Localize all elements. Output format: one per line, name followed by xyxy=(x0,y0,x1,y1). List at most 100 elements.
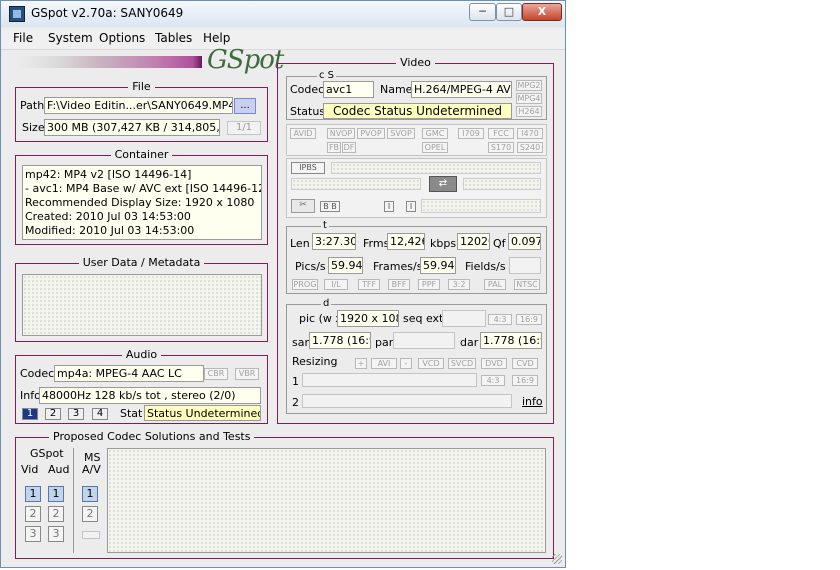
video-name-label: Name xyxy=(380,83,413,96)
flag-svop: SVOP xyxy=(387,128,415,139)
resize-16-9-badge: 16:9 xyxy=(512,375,538,386)
ms-test-slot xyxy=(82,531,100,539)
vid-test-1-button[interactable]: 1 xyxy=(25,486,41,502)
aud-test-2-button[interactable]: 2 xyxy=(48,506,64,522)
minimize-button[interactable]: ─ xyxy=(469,3,496,21)
audio-track-4[interactable]: 4 xyxy=(92,408,108,420)
frame-strip-bottom xyxy=(421,199,541,213)
menu-system[interactable]: System xyxy=(48,31,93,45)
fields-field[interactable] xyxy=(509,257,541,274)
resize-vcd-badge: VCD xyxy=(418,358,444,369)
sar-field[interactable]: 1.778 (16:9) xyxy=(309,332,371,349)
flag-il: I/L xyxy=(324,279,348,290)
menu-help[interactable]: Help xyxy=(203,31,230,45)
vid-test-3-button[interactable]: 3 xyxy=(25,526,41,542)
audio-group-title: Audio xyxy=(121,348,162,361)
flag-gmc: GMC xyxy=(422,128,448,139)
swap-icon[interactable]: ⇄ xyxy=(429,176,457,192)
audio-codec-field[interactable]: mp4a: MPEG-4 AAC LC xyxy=(54,365,204,382)
vid-test-2-button[interactable]: 2 xyxy=(25,506,41,522)
len-label: Len xyxy=(290,237,310,250)
resizing-label: Resizing xyxy=(292,355,338,368)
audio-status-field[interactable]: Status Undetermined xyxy=(144,405,261,421)
flag-fcc: FCC xyxy=(488,128,514,139)
resize-row1-field[interactable] xyxy=(302,373,477,387)
menu-tables[interactable]: Tables xyxy=(155,31,192,45)
seq-ext-label: seq ext xyxy=(403,312,444,325)
video-codec-field[interactable]: avc1 xyxy=(323,81,374,98)
proposed-group-title: Proposed Codec Solutions and Tests xyxy=(49,430,255,443)
flag-opel: OPEL xyxy=(422,142,448,153)
audio-track-2[interactable]: 2 xyxy=(45,408,61,420)
flag-i709: I709 xyxy=(458,128,484,139)
mpg4-badge: MPG4 xyxy=(516,93,542,104)
size-field[interactable]: 300 MB (307,427 KB / 314,805,750 xyxy=(44,119,220,136)
flag-s240: S240 xyxy=(517,142,543,153)
close-button[interactable]: X xyxy=(522,3,562,21)
aud-test-1-button[interactable]: 1 xyxy=(48,486,64,502)
menu-options-label: Options xyxy=(99,31,146,45)
audio-track-3[interactable]: 3 xyxy=(68,408,84,420)
qf-label: Qf xyxy=(493,237,506,250)
seq-ext-field[interactable] xyxy=(442,310,486,327)
flag-s170: S170 xyxy=(488,142,514,153)
kbps-label: kbps xyxy=(430,237,457,250)
container-info[interactable]: mp42: MP4 v2 [ISO 14496-14] - avc1: MP4 … xyxy=(22,165,262,240)
dar-label: dar xyxy=(460,336,479,349)
menu-file-label: File xyxy=(13,31,34,45)
menu-options[interactable]: Options xyxy=(99,31,145,45)
flag-df: DF xyxy=(342,142,356,153)
kbps-field[interactable]: 12020 xyxy=(457,233,490,250)
container-line: Recommended Display Size: 1920 x 1080 xyxy=(25,196,255,209)
cbr-badge: CBR xyxy=(204,368,228,380)
path-field[interactable]: F:\Video Editin...er\SANY0649.MP4 xyxy=(44,97,233,114)
resize-avi-button[interactable]: AVI xyxy=(371,358,397,369)
pics-field[interactable]: 59.941 xyxy=(328,257,363,274)
proposed-results-box[interactable] xyxy=(107,448,546,553)
resize-row2-field[interactable] xyxy=(302,394,512,408)
flag-i470: I470 xyxy=(517,128,543,139)
title-bar[interactable]: GSpot v2.70a: SANY0649 ─ □ X xyxy=(1,1,565,27)
browse-button[interactable]: ... xyxy=(234,98,256,114)
video-flags-box: AVID NVOP PVOP SVOP GMC I709 FCC I470 FB… xyxy=(286,124,547,156)
pic-field[interactable]: 1920 x 1080 xyxy=(337,310,399,327)
video-name-field[interactable]: H.264/MPEG-4 AVC xyxy=(411,81,512,98)
len-field[interactable]: 3:27.307 xyxy=(312,233,356,250)
video-status-label: Status xyxy=(290,105,326,118)
audio-info-field[interactable]: 48000Hz 128 kb/s tot , stereo (2/0) xyxy=(39,387,261,404)
video-cs-group: c S Codec avc1 Name H.264/MPEG-4 AVC MPG… xyxy=(286,70,547,120)
maximize-button[interactable]: □ xyxy=(496,3,522,21)
dar-field[interactable]: 1.778 (16:9) xyxy=(480,332,542,349)
menu-file[interactable]: File xyxy=(13,31,33,45)
frms-field[interactable]: 12,426 xyxy=(387,233,425,250)
fields-label: Fields/s xyxy=(465,260,506,273)
aud-label: Aud xyxy=(48,463,70,476)
window-title: GSpot v2.70a: SANY0649 xyxy=(31,6,184,20)
aud-test-3-button[interactable]: 3 xyxy=(48,526,64,542)
info-link[interactable]: info xyxy=(522,395,543,408)
video-status-field[interactable]: Codec Status Undetermined xyxy=(323,103,512,119)
frames-field[interactable]: 59.941 xyxy=(420,257,456,274)
frames-label: Frames/s xyxy=(373,260,423,273)
resize-minus-button[interactable]: - xyxy=(400,358,412,369)
resize-grip-icon[interactable] xyxy=(552,554,562,564)
audio-codec-label: Codec xyxy=(20,367,55,380)
flag-tff: TFF xyxy=(358,279,380,290)
frame-strip-right xyxy=(463,178,541,190)
audio-stat-label: Stat xyxy=(120,407,143,420)
video-codec-label: Codec xyxy=(290,83,325,96)
ratio-16-9-badge: 16:9 xyxy=(516,314,542,325)
audio-track-1[interactable]: 1 xyxy=(22,408,38,420)
par-field[interactable] xyxy=(393,332,455,349)
userdata-group: User Data / Metadata xyxy=(15,256,268,342)
userdata-box[interactable] xyxy=(22,274,262,336)
resize-plus-button[interactable]: + xyxy=(355,358,367,369)
qf-field[interactable]: 0.097 xyxy=(508,233,541,250)
vbr-badge: VBR xyxy=(235,368,259,380)
logo-gradient-strip xyxy=(17,56,202,68)
ms-test-2-button[interactable]: 2 xyxy=(82,506,98,522)
ms-test-1-button[interactable]: 1 xyxy=(82,486,98,502)
app-icon[interactable] xyxy=(9,6,25,22)
scissors-icon[interactable]: ✂ xyxy=(291,199,315,213)
path-label: Path xyxy=(20,99,45,112)
